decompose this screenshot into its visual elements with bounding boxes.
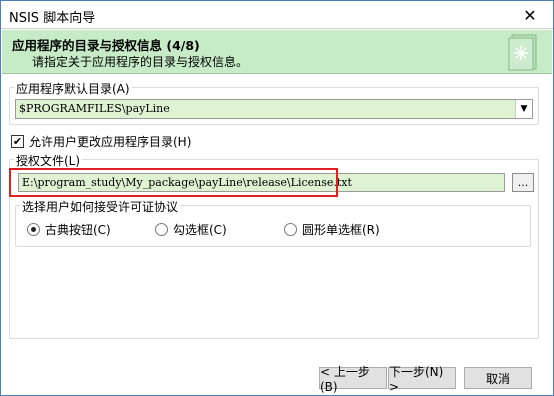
radio-classic[interactable]: [27, 223, 40, 236]
accept-option-label: 古典按钮(C): [45, 223, 111, 237]
wizard-window: NSIS 脚本向导 ✕ 应用程序的目录与授权信息 (4/8) 请指定关于应用程序…: [0, 0, 554, 396]
license-path-field[interactable]: [18, 173, 505, 192]
allow-change-option[interactable]: ✔ 允许用户更改应用程序目录(H): [11, 133, 191, 150]
title-bar: NSIS 脚本向导 ✕: [1, 1, 553, 29]
accept-option-label: 勾选框(C): [173, 223, 227, 237]
accept-option-radio[interactable]: 圆形单选框(R): [284, 221, 380, 238]
page-title: 应用程序的目录与授权信息 (4/8): [12, 38, 200, 53]
cancel-button[interactable]: 取消: [464, 367, 532, 389]
wizard-header: 应用程序的目录与授权信息 (4/8) 请指定关于应用程序的目录与授权信息。: [2, 30, 552, 74]
accept-option-label: 圆形单选框(R): [302, 223, 380, 237]
next-label: 下一步(N) >: [389, 364, 444, 394]
page-subtitle: 请指定关于应用程序的目录与授权信息。: [32, 55, 249, 69]
wizard-footer: < 上一步(B) 下一步(N) > 取消: [2, 355, 552, 395]
chevron-down-icon[interactable]: ▼: [515, 100, 532, 118]
allow-change-checkbox[interactable]: ✔: [11, 135, 24, 148]
accept-mode-label: 选择用户如何接受许可证协议: [20, 198, 181, 215]
default-dir-value: $PROGRAMFILES\payLine: [19, 102, 170, 115]
accept-option-checkbox[interactable]: 勾选框(C): [155, 221, 227, 238]
browse-button[interactable]: ...: [512, 173, 534, 192]
cancel-label: 取消: [485, 371, 510, 386]
close-button[interactable]: ✕: [507, 1, 553, 29]
next-button[interactable]: 下一步(N) >: [388, 365, 456, 394]
accept-option-classic[interactable]: 古典按钮(C): [27, 221, 111, 238]
browse-label: ...: [517, 176, 529, 189]
license-path-input[interactable]: [19, 174, 504, 191]
back-button[interactable]: < 上一步(B): [319, 365, 387, 394]
wizard-content: 应用程序默认目录(A) $PROGRAMFILES\payLine ▼ ✔ 允许…: [1, 75, 553, 355]
default-dir-label: 应用程序默认目录(A): [14, 80, 132, 97]
wizard-book-icon: [508, 34, 537, 71]
radio-radio[interactable]: [284, 223, 297, 236]
back-label: < 上一步(B): [320, 364, 370, 394]
radio-checkbox[interactable]: [155, 223, 168, 236]
window-title: NSIS 脚本向导: [9, 11, 96, 26]
default-dir-combo[interactable]: $PROGRAMFILES\payLine ▼: [15, 99, 533, 119]
allow-change-label: 允许用户更改应用程序目录(H): [29, 135, 192, 149]
license-label: 授权文件(L): [14, 152, 83, 169]
close-icon: ✕: [523, 5, 537, 25]
